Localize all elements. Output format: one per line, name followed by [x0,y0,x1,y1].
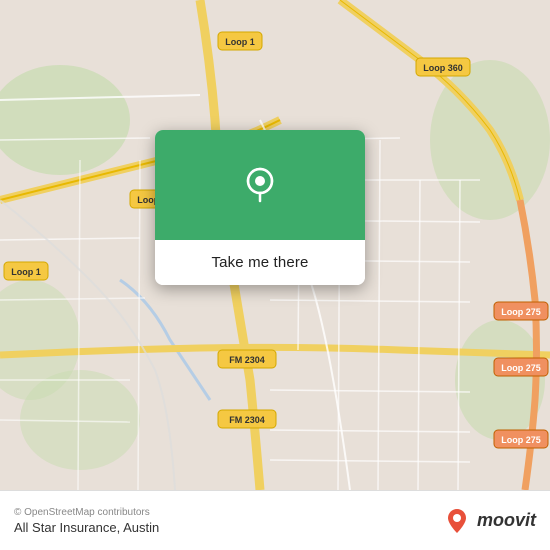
take-me-there-button[interactable]: Take me there [155,240,365,285]
moovit-text: moovit [477,510,536,531]
popup-card: Take me there [155,130,365,285]
svg-text:Loop 1: Loop 1 [225,37,255,47]
location-label: All Star Insurance, Austin [14,520,159,535]
popup-green-area [155,130,365,240]
osm-credit: © OpenStreetMap contributors [14,507,159,518]
map-container: Loop 1 Loop 360 Loop 1 Loop 1 FM 2304 FM… [0,0,550,490]
moovit-pin-icon [443,507,471,535]
svg-text:FM 2304: FM 2304 [229,415,265,425]
svg-text:Loop 1: Loop 1 [11,267,41,277]
moovit-logo: moovit [443,507,536,535]
bottom-left-info: © OpenStreetMap contributors All Star In… [14,507,159,535]
svg-text:Loop 275: Loop 275 [501,435,541,445]
svg-text:Loop 275: Loop 275 [501,307,541,317]
svg-text:FM 2304: FM 2304 [229,355,265,365]
location-pin-icon [238,163,282,207]
svg-text:Loop 360: Loop 360 [423,63,463,73]
svg-text:Loop 275: Loop 275 [501,363,541,373]
bottom-bar: © OpenStreetMap contributors All Star In… [0,490,550,550]
